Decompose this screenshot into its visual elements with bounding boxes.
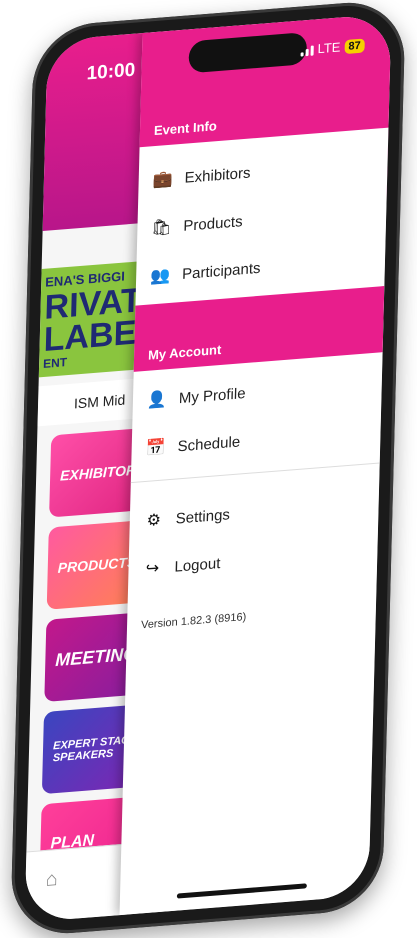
menu-item-label: Participants [181,259,261,283]
menu-divider [130,462,380,484]
phone-screen: 10:00 LTE 87 ENA'S BIGGI RIVAT LABE ENT … [24,13,392,923]
event-subtitle: ISM Mid [73,391,126,412]
home-icon[interactable]: ⌂ [45,867,66,891]
briefcase-icon: 💼 [152,170,173,190]
menu-item-participants[interactable]: 👥 Participants [150,258,261,287]
phone-frame: 10:00 LTE 87 ENA'S BIGGI RIVAT LABE ENT … [10,0,406,938]
menu-item-schedule[interactable]: 📅 Schedule [145,431,240,459]
banner-line-4: ENT [42,355,68,371]
network-label: LTE [317,39,341,57]
menu-item-settings[interactable]: ⚙ Settings [144,504,231,531]
navigation-drawer: Event Info 💼 Exhibitors 🛍 Products 👥 Par… [119,13,392,916]
menu-item-label: Logout [174,554,221,576]
menu-item-label: Settings [175,505,231,528]
battery-indicator: 87 [344,37,365,54]
phone-mockup: 10:00 LTE 87 ENA'S BIGGI RIVAT LABE ENT … [0,0,417,938]
app-version: Version 1.82.3 (8916) [140,611,247,632]
menu-item-label: Exhibitors [184,164,251,187]
menu-item-my-profile[interactable]: 👤 My Profile [147,383,246,411]
menu-item-exhibitors[interactable]: 💼 Exhibitors [152,163,250,191]
menu-item-logout[interactable]: ↪ Logout [142,553,221,579]
menu-item-label: Products [183,212,243,235]
event-info-header: Event Info [139,13,392,148]
status-time: 10:00 [86,59,136,85]
event-info-title: Event Info [153,118,217,139]
menu-item-products[interactable]: 🛍 Products [151,211,243,238]
gear-icon: ⚙ [146,511,162,530]
logout-icon: ↪ [145,559,160,578]
menu-item-label: Schedule [177,432,241,455]
my-account-header: My Account [133,286,385,372]
shopping-bag-icon: 🛍 [151,218,172,238]
my-account-title: My Account [147,341,222,363]
banner-line-3: LABE [43,313,137,359]
menu-item-label: My Profile [178,384,246,407]
users-icon: 👥 [149,266,171,286]
signal-icon [300,43,314,57]
calendar-icon: 📅 [145,439,166,458]
user-icon: 👤 [146,391,168,410]
